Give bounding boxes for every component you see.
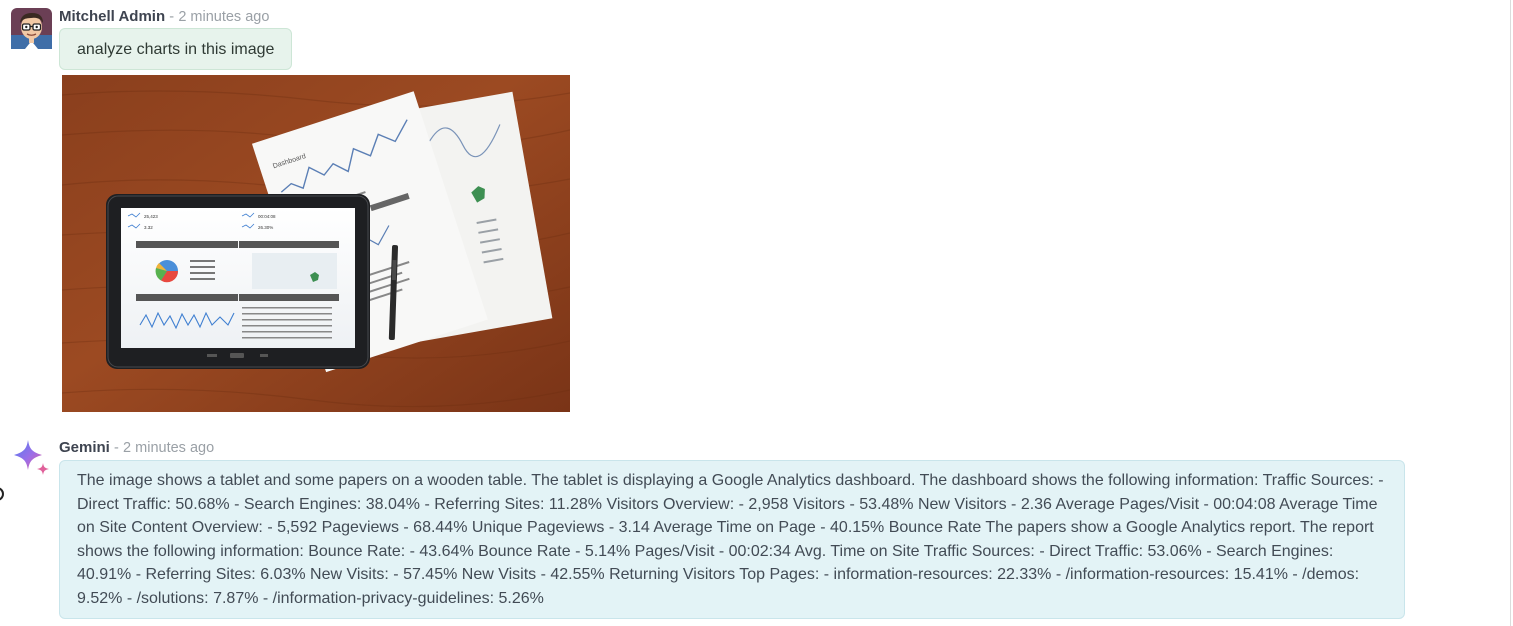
svg-text:25,423: 25,423 [144, 214, 158, 219]
header-separator: - [114, 440, 119, 456]
panel-right-divider [1510, 0, 1511, 626]
svg-text:3.32: 3.32 [144, 225, 153, 230]
assistant-message-bubble: The image shows a tablet and some papers… [59, 460, 1405, 619]
svg-text:00:04:08: 00:04:08 [258, 214, 276, 219]
message-timestamp: 2 minutes ago [123, 440, 215, 456]
scroll-handle-icon[interactable] [0, 487, 4, 501]
user-message-bubble: analyze charts in this image [59, 28, 293, 70]
message-header: Gemini - 2 minutes ago [59, 439, 214, 457]
message-timestamp: 2 minutes ago [178, 9, 270, 25]
author-name[interactable]: Gemini [59, 439, 110, 456]
gemini-sparkle-icon[interactable] [11, 438, 52, 479]
message-header: Mitchell Admin - 2 minutes ago [59, 8, 269, 26]
header-separator: - [169, 9, 175, 25]
svg-text:26.30%: 26.30% [258, 225, 273, 230]
user-avatar-icon[interactable] [11, 8, 52, 49]
image-attachment[interactable]: Dashboard 25,423 3.32 00:04:08 26.30% [62, 75, 570, 412]
author-name[interactable]: Mitchell Admin [59, 8, 165, 25]
